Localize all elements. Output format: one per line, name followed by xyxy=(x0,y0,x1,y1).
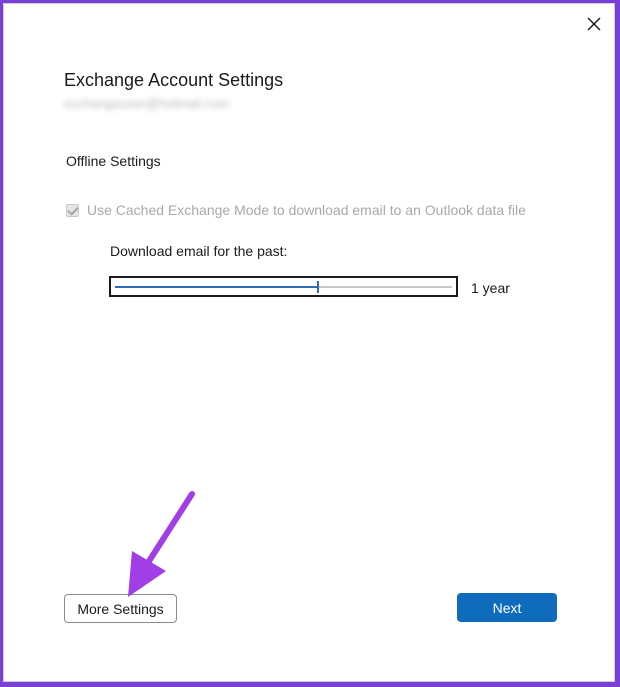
cached-mode-row: Use Cached Exchange Mode to download ema… xyxy=(66,202,526,218)
download-period-label: Download email for the past: xyxy=(110,243,288,259)
cached-mode-label: Use Cached Exchange Mode to download ema… xyxy=(87,202,526,218)
exchange-settings-dialog: Exchange Account Settings exchangeuser@h… xyxy=(3,3,615,682)
download-period-slider[interactable] xyxy=(109,276,458,297)
account-email: exchangeuser@hotmail.com xyxy=(64,96,229,111)
close-button[interactable] xyxy=(582,12,606,36)
pointer-arrow-icon xyxy=(128,491,195,597)
offline-settings-heading: Offline Settings xyxy=(66,153,161,169)
cached-mode-checkbox xyxy=(66,203,79,217)
next-button[interactable]: Next xyxy=(457,593,557,622)
dialog-title: Exchange Account Settings xyxy=(64,70,284,90)
close-icon xyxy=(587,17,601,31)
slider-thumb[interactable] xyxy=(317,281,319,293)
download-period-value: 1 year xyxy=(471,280,510,296)
more-settings-button[interactable]: More Settings xyxy=(64,594,177,623)
slider-fill xyxy=(115,286,317,288)
